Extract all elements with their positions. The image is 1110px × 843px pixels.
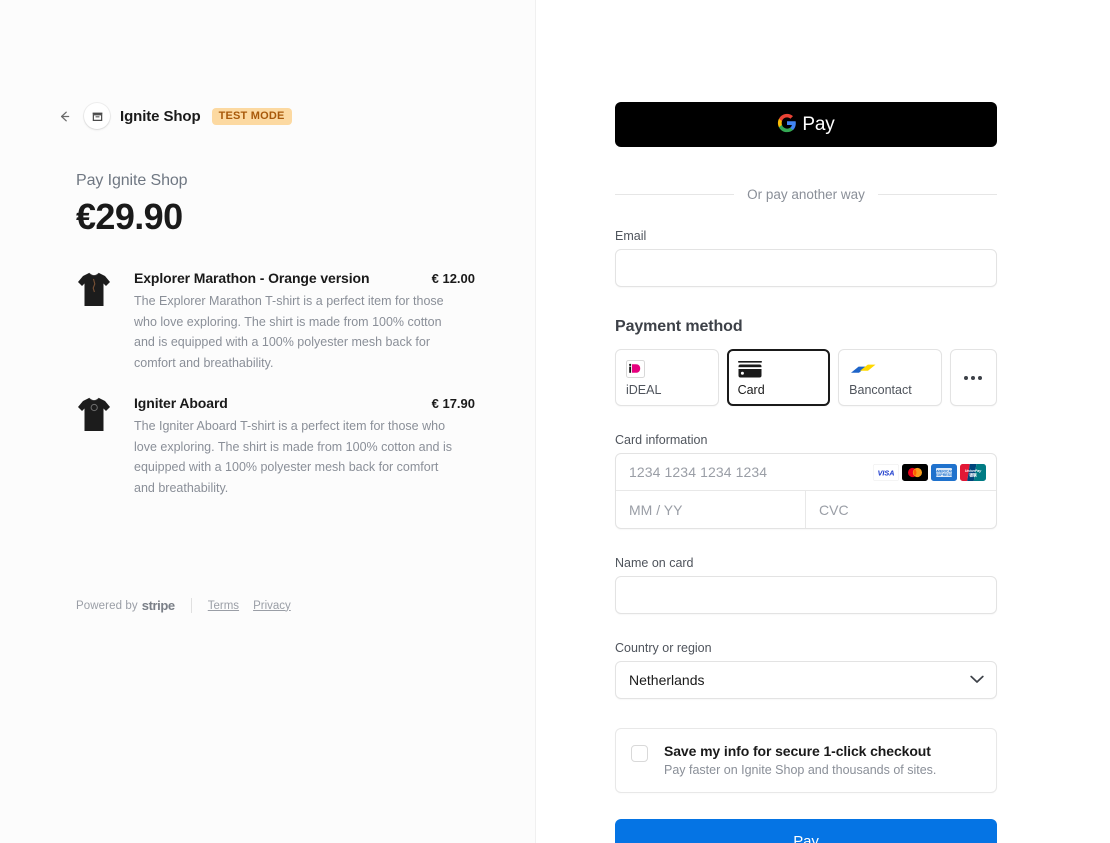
google-pay-button[interactable]: Pay xyxy=(615,102,997,147)
country-selected-value: Netherlands xyxy=(629,672,705,688)
name-on-card-group: Name on card xyxy=(615,556,997,614)
list-item: Explorer Marathon - Orange version € 12.… xyxy=(76,270,475,373)
back-arrow-icon[interactable] xyxy=(53,105,75,127)
stripe-logo: stripe xyxy=(141,598,175,613)
store-icon xyxy=(84,103,110,129)
tab-label: iDEAL xyxy=(626,382,662,397)
pay-label: Pay Ignite Shop xyxy=(76,172,188,189)
country-group: Country or region Netherlands xyxy=(615,641,997,699)
tab-label: Card xyxy=(737,382,765,397)
more-options-icon xyxy=(964,375,983,380)
tshirt-thumbnail xyxy=(76,395,112,435)
tab-bancontact[interactable]: Bancontact xyxy=(838,349,942,406)
privacy-link[interactable]: Privacy xyxy=(253,600,291,612)
name-on-card-label: Name on card xyxy=(615,556,694,570)
payment-form-panel: Pay Or pay another way Email Payment met… xyxy=(536,0,1110,843)
or-pay-another-way-divider: Or pay another way xyxy=(615,187,997,202)
email-group: Email xyxy=(615,229,997,287)
card-brand-icons: VISA AMERICAN EXPRESS UnionPay 银联 xyxy=(873,463,986,481)
card-information-box: 1234 1234 1234 1234 VISA AMERICAN EXPRES… xyxy=(615,453,997,529)
stripe-footer: Powered by stripe Terms Privacy xyxy=(76,598,291,613)
item-description: The Igniter Aboard T-shirt is a perfect … xyxy=(134,419,452,495)
country-select[interactable]: Netherlands xyxy=(615,661,997,699)
total-amount: €29.90 xyxy=(76,196,183,237)
credit-card-icon xyxy=(737,359,820,379)
payment-method-tabs: iDEAL Card Bancontact xyxy=(615,349,997,406)
card-information-label: Card information xyxy=(615,433,708,447)
save-info-box: Save my info for secure 1-click checkout… xyxy=(615,728,997,793)
google-g-icon xyxy=(777,113,797,136)
test-mode-badge: TEST MODE xyxy=(211,107,292,125)
powered-by-label: Powered by xyxy=(76,599,138,612)
tab-ideal[interactable]: iDEAL xyxy=(615,349,719,406)
footer-divider xyxy=(190,598,192,613)
item-description: The Explorer Marathon T-shirt is a perfe… xyxy=(134,294,444,370)
pay-button[interactable]: Pay xyxy=(615,819,997,843)
unionpay-icon: UnionPay 银联 xyxy=(960,463,986,481)
item-price: € 12.00 xyxy=(431,271,475,287)
tab-label: Bancontact xyxy=(849,382,912,397)
order-summary-panel: Ignite Shop TEST MODE Pay Ignite Shop €2… xyxy=(0,0,536,843)
merchant-name: Ignite Shop xyxy=(120,107,201,125)
card-expiry-input[interactable]: MM / YY xyxy=(616,491,806,528)
card-information-group: Card information 1234 1234 1234 1234 VIS… xyxy=(615,433,997,529)
divider-line-left xyxy=(615,194,735,195)
item-price: € 17.90 xyxy=(431,396,475,412)
ideal-icon xyxy=(626,359,708,379)
svg-text:银联: 银联 xyxy=(969,472,977,477)
save-info-title: Save my info for secure 1-click checkout xyxy=(664,743,931,759)
svg-text:UnionPay: UnionPay xyxy=(965,469,983,473)
divider-text: Or pay another way xyxy=(747,187,865,202)
line-items-list: Explorer Marathon - Orange version € 12.… xyxy=(76,270,475,498)
card-number-placeholder: 1234 1234 1234 1234 xyxy=(629,464,768,480)
save-info-checkbox[interactable] xyxy=(631,745,648,762)
card-expiry-cvc-row: MM / YY CVC xyxy=(616,491,996,528)
card-number-row[interactable]: 1234 1234 1234 1234 VISA AMERICAN EXPRES… xyxy=(616,454,996,491)
divider-line-right xyxy=(877,194,997,195)
mastercard-icon xyxy=(902,463,928,481)
visa-icon: VISA xyxy=(873,463,899,481)
tshirt-thumbnail xyxy=(76,270,112,310)
email-input[interactable] xyxy=(615,249,997,287)
bancontact-icon xyxy=(849,359,931,379)
email-label: Email xyxy=(615,229,647,243)
save-info-subtitle: Pay faster on Ignite Shop and thousands … xyxy=(664,763,937,777)
svg-text:VISA: VISA xyxy=(878,468,895,477)
card-cvc-input[interactable]: CVC xyxy=(806,491,996,528)
item-title: Igniter Aboard xyxy=(134,395,228,412)
terms-link[interactable]: Terms xyxy=(208,600,239,612)
payment-method-title: Payment method xyxy=(615,318,743,335)
checkout-page: Ignite Shop TEST MODE Pay Ignite Shop €2… xyxy=(0,0,1110,843)
google-pay-label: Pay xyxy=(802,113,835,135)
amex-icon: AMERICAN EXPRESS xyxy=(931,463,957,481)
list-item: Igniter Aboard € 17.90 The Igniter Aboar… xyxy=(76,395,475,498)
tab-card[interactable]: Card xyxy=(726,349,831,406)
merchant-header: Ignite Shop TEST MODE xyxy=(53,103,475,129)
country-label: Country or region xyxy=(615,641,712,655)
svg-text:EXPRESS: EXPRESS xyxy=(936,472,954,476)
name-on-card-input[interactable] xyxy=(615,576,997,614)
tab-more-options[interactable] xyxy=(949,349,997,406)
item-title: Explorer Marathon - Orange version xyxy=(134,270,370,287)
